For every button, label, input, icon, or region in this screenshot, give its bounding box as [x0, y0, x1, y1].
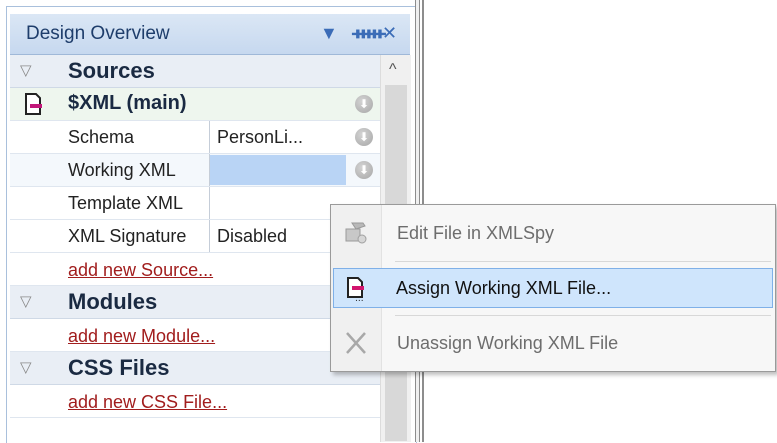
section-label: Sources: [68, 58, 155, 83]
add-new-css-file-link[interactable]: add new CSS File...: [68, 392, 227, 413]
collapse-triangle-icon[interactable]: ▽: [20, 358, 32, 376]
menu-item-unassign-working-xml-file[interactable]: Unassign Working XML File: [333, 323, 773, 363]
section-header-sources[interactable]: ▽ Sources: [10, 55, 380, 88]
property-name: Template XML: [68, 193, 184, 213]
property-row-xml-signature[interactable]: XML Signature Disabled: [10, 220, 380, 253]
working-xml-value-selected[interactable]: [210, 155, 346, 185]
menu-item-edit-file-in-xmlspy[interactable]: Edit File in XMLSpy: [333, 213, 773, 253]
section-header-modules[interactable]: ▽ Modules: [10, 286, 380, 319]
section-header-css-files[interactable]: ▽ CSS Files: [10, 352, 380, 385]
menu-item-label: Assign Working XML File...: [396, 278, 612, 298]
working-xml-options-button[interactable]: ⬇: [355, 161, 373, 179]
add-new-module-link[interactable]: add new Module...: [68, 326, 215, 347]
main-source-row[interactable]: $XML (main) ⬇: [10, 88, 380, 121]
property-name: Schema: [68, 127, 135, 147]
unassign-x-icon: [346, 332, 366, 354]
column-separator: [209, 121, 210, 153]
menu-item-label: Unassign Working XML File: [397, 333, 619, 353]
add-source-row: add new Source...: [10, 253, 380, 286]
column-separator: [209, 187, 210, 219]
svg-text:...: ...: [355, 294, 364, 301]
column-separator: [209, 220, 210, 252]
property-name: XML Signature: [68, 226, 187, 246]
add-css-row: add new CSS File...: [10, 385, 380, 418]
menu-separator: [395, 315, 771, 316]
assign-file-icon: ...: [347, 277, 364, 301]
property-row-schema[interactable]: Schema PersonLi... ⬇: [10, 121, 380, 154]
schema-options-button[interactable]: ⬇: [355, 128, 373, 146]
close-icon[interactable]: ✕: [382, 21, 397, 45]
menu-item-assign-working-xml-file[interactable]: ... Assign Working XML File...: [333, 268, 773, 308]
collapse-triangle-icon[interactable]: ▽: [20, 292, 32, 310]
menu-separator: [395, 261, 771, 262]
scroll-up-arrow-icon[interactable]: ^: [389, 61, 397, 79]
pin-icon[interactable]: ᚔ: [352, 21, 386, 45]
design-overview-tree: ▽ Sources $XML (main) ⬇ Schema PersonLi.…: [10, 55, 380, 442]
section-label: CSS Files: [68, 355, 170, 380]
xml-document-icon: [25, 93, 42, 115]
add-module-row: add new Module...: [10, 319, 380, 352]
property-name: Working XML: [68, 160, 176, 180]
edit-file-icon: [345, 222, 367, 244]
main-source-label: $XML (main): [68, 92, 187, 114]
section-label: Modules: [68, 289, 158, 314]
panel-menu-dropdown-icon[interactable]: ▼: [320, 21, 338, 45]
property-value[interactable]: Disabled: [217, 226, 287, 247]
property-row-template-xml[interactable]: Template XML: [10, 187, 380, 220]
context-menu: Edit File in XMLSpy ... Assign Working X…: [330, 204, 776, 372]
collapse-triangle-icon[interactable]: ▽: [20, 61, 32, 79]
property-row-working-xml[interactable]: Working XML ⬇: [10, 154, 380, 187]
panel-title: Design Overview: [26, 23, 170, 44]
menu-item-label: Edit File in XMLSpy: [397, 223, 555, 243]
add-new-source-link[interactable]: add new Source...: [68, 260, 213, 281]
panel-title-bar[interactable]: Design Overview ▼ ᚔ ✕: [10, 14, 410, 55]
property-value[interactable]: PersonLi...: [217, 127, 303, 148]
source-options-button[interactable]: ⬇: [355, 95, 373, 113]
